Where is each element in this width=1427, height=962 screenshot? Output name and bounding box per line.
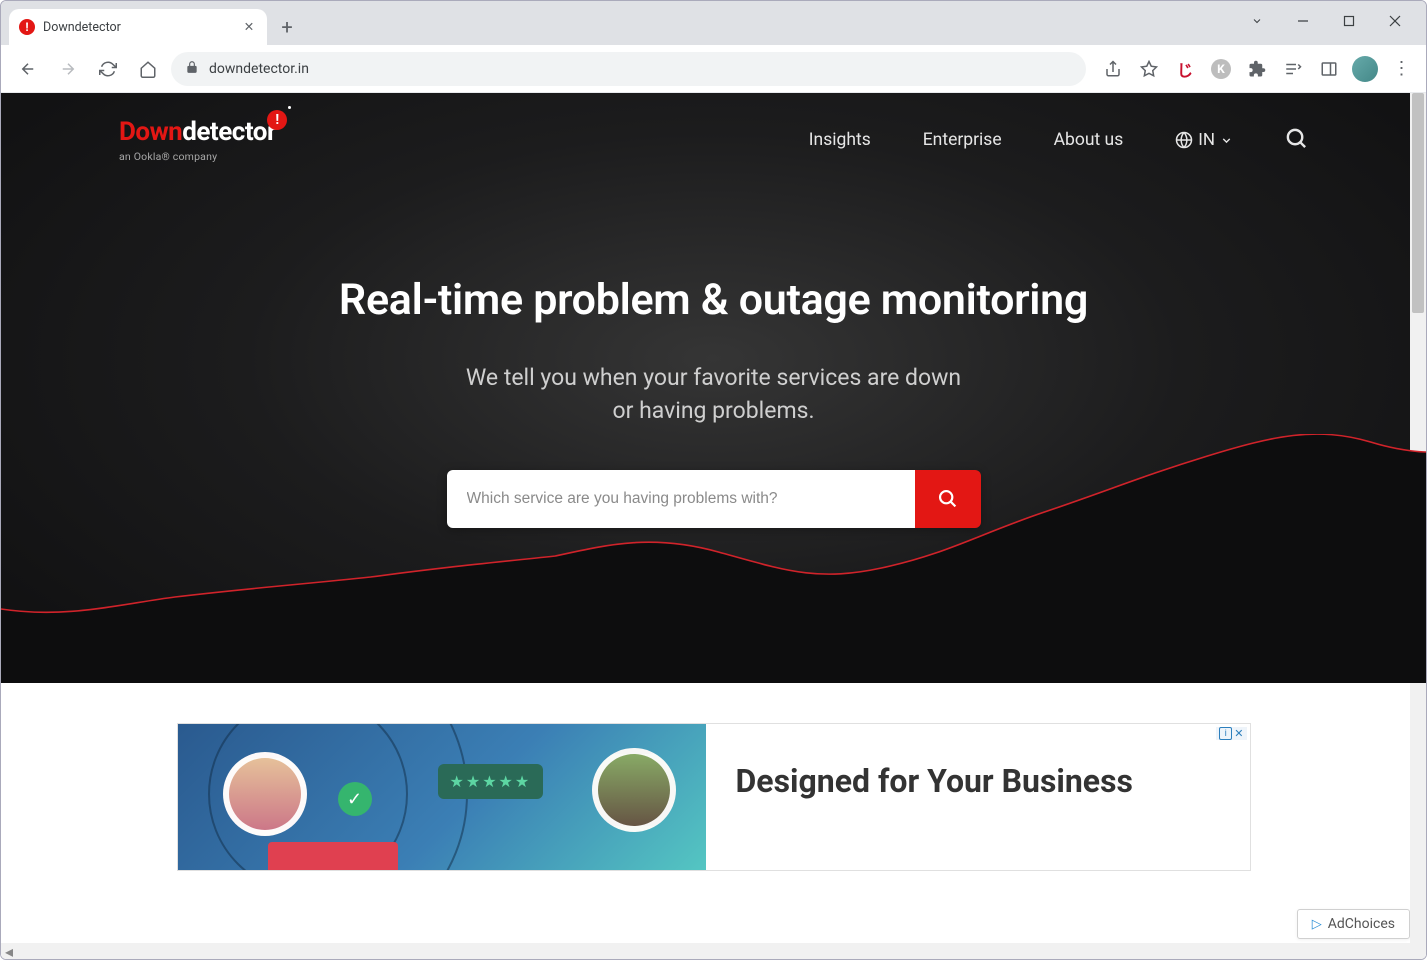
ad-info-icon[interactable]: i	[1219, 727, 1232, 740]
maximize-button[interactable]	[1326, 5, 1372, 37]
adchoices-icon: ▷	[1312, 917, 1322, 932]
share-button[interactable]	[1098, 54, 1128, 84]
new-tab-button[interactable]: +	[273, 13, 301, 41]
site-nav: Downdetector ! an Ookla® company Insight…	[1, 93, 1426, 165]
bookmark-button[interactable]	[1134, 54, 1164, 84]
scroll-left-icon[interactable]: ◂	[1, 943, 17, 959]
ad-close-button[interactable]: i ✕	[1216, 727, 1246, 740]
close-window-button[interactable]	[1372, 5, 1418, 37]
globe-icon	[1175, 131, 1193, 149]
adchoices-button[interactable]: ▷ AdChoices	[1297, 909, 1410, 939]
tab-title: Downdetector	[43, 20, 121, 35]
service-search-input[interactable]	[447, 470, 915, 528]
nav-search-button[interactable]	[1285, 127, 1308, 154]
logo-detector: detector	[182, 117, 276, 147]
ad-image: ✓ ★★★★★	[178, 724, 706, 870]
url-text: downdetector.in	[209, 61, 309, 77]
extensions-button[interactable]	[1242, 54, 1272, 84]
minimize-button[interactable]	[1280, 5, 1326, 37]
site-logo[interactable]: Downdetector ! an Ookla® company	[119, 117, 276, 163]
extension-k-icon[interactable]: K	[1206, 54, 1236, 84]
nav-link-about[interactable]: About us	[1054, 130, 1124, 150]
extension-mcafee-icon[interactable]: じ	[1170, 54, 1200, 84]
adchoices-label: AdChoices	[1328, 916, 1395, 932]
home-button[interactable]	[131, 52, 165, 86]
ad-decoration	[268, 842, 398, 870]
profile-avatar[interactable]	[1350, 54, 1380, 84]
hero-search-form	[447, 470, 981, 528]
page-viewport: Downdetector ! an Ookla® company Insight…	[1, 93, 1426, 959]
favicon-icon: !	[19, 19, 35, 35]
search-icon	[1285, 127, 1308, 150]
logo-bang-icon: !	[267, 110, 287, 130]
locale-selector[interactable]: IN	[1175, 130, 1233, 150]
nav-link-insights[interactable]: Insights	[809, 130, 871, 150]
ad-heading: Designed for Your Business	[736, 762, 1220, 800]
locale-code: IN	[1198, 130, 1215, 150]
stars-icon: ★★★★★	[438, 764, 544, 799]
back-button[interactable]	[11, 52, 45, 86]
forward-button	[51, 52, 85, 86]
checkmark-icon: ✓	[338, 782, 372, 816]
close-icon[interactable]: ✕	[1234, 727, 1243, 740]
search-submit-button[interactable]	[915, 470, 981, 528]
horizontal-scrollbar[interactable]: ◂	[1, 943, 1410, 959]
browser-toolbar: downdetector.in じ K ⋮	[1, 45, 1426, 93]
lock-icon	[185, 60, 199, 78]
chrome-menu-button[interactable]: ⋮	[1386, 54, 1416, 84]
scroll-corner	[1410, 943, 1426, 959]
browser-tab[interactable]: ! Downdetector ✕	[9, 9, 267, 45]
address-bar[interactable]: downdetector.in	[171, 52, 1086, 86]
ad-avatar-icon	[592, 748, 676, 832]
close-tab-button[interactable]: ✕	[241, 19, 257, 35]
hero-section: Downdetector ! an Ookla® company Insight…	[1, 93, 1426, 683]
hero-title: Real-time problem & outage monitoring	[1, 275, 1426, 325]
logo-down: Down	[119, 117, 182, 147]
ad-avatar-icon	[223, 752, 307, 836]
reload-button[interactable]	[91, 52, 125, 86]
nav-link-enterprise[interactable]: Enterprise	[923, 130, 1002, 150]
ad-container: ✓ ★★★★★ Designed for Your Business i ✕	[1, 723, 1426, 871]
hero-subtitle: We tell you when your favorite services …	[1, 361, 1426, 428]
tab-bar: ! Downdetector ✕ +	[1, 1, 1426, 45]
logo-subtitle: an Ookla® company	[119, 150, 276, 163]
tabs-dropdown-button[interactable]	[1234, 5, 1280, 37]
side-panel-button[interactable]	[1314, 54, 1344, 84]
ad-banner[interactable]: ✓ ★★★★★ Designed for Your Business i ✕	[177, 723, 1251, 871]
search-icon	[937, 488, 958, 509]
reading-list-button[interactable]	[1278, 54, 1308, 84]
chevron-down-icon	[1220, 134, 1233, 147]
